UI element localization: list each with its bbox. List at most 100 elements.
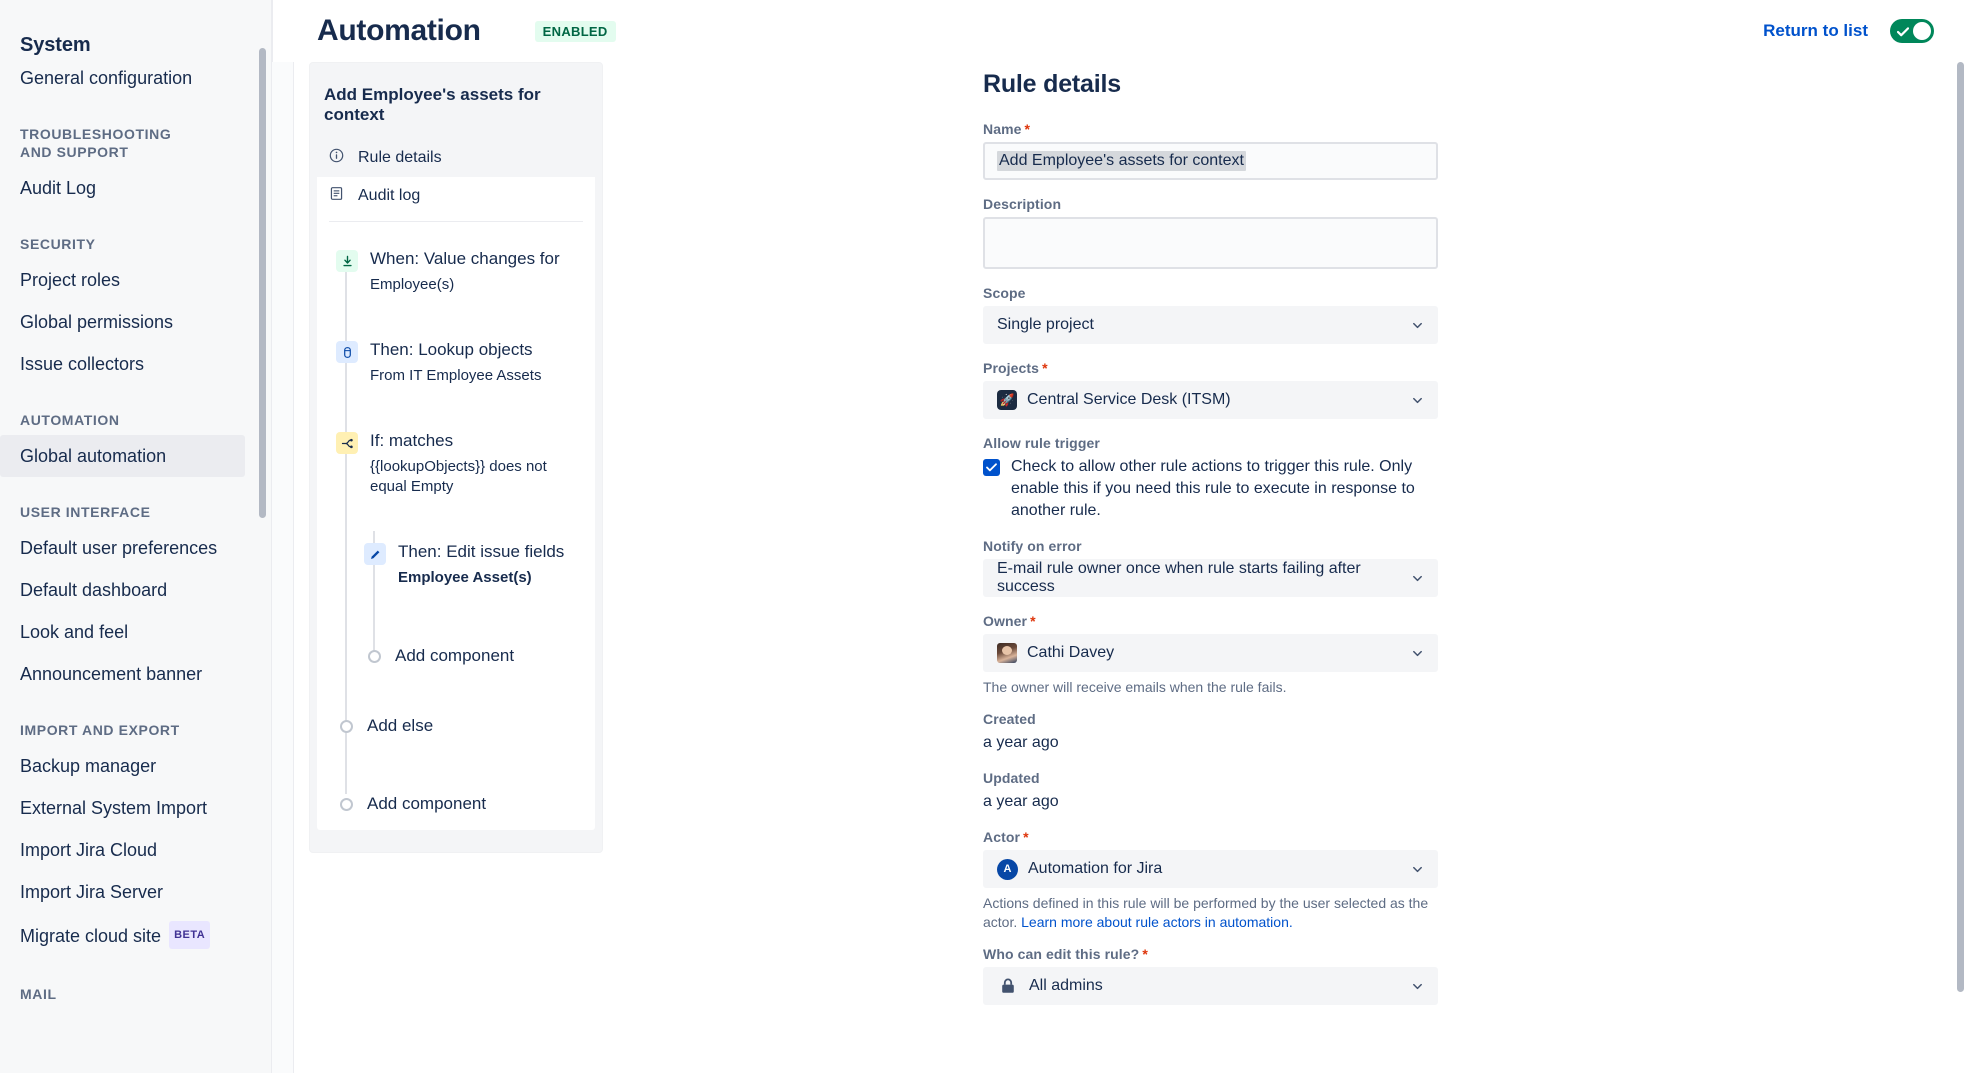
- chevron-down-icon: [1410, 393, 1424, 407]
- rule-node-title: If: matches: [370, 430, 576, 452]
- sidebar-item-global-automation[interactable]: Global automation: [0, 435, 245, 477]
- database-icon: [336, 341, 358, 363]
- sidebar-item-external-system-import[interactable]: External System Import: [0, 787, 245, 829]
- rule-node-if-matches[interactable]: If: matches {{lookupObjects}} does not e…: [324, 420, 588, 507]
- sidebar-item-label: Migrate cloud site: [20, 924, 161, 948]
- sidebar-group-mail: MAIL: [0, 959, 271, 1009]
- rule-enabled-toggle[interactable]: [1890, 19, 1934, 43]
- status-badge: ENABLED: [535, 21, 616, 42]
- name-field[interactable]: Add Employee's assets for context: [983, 142, 1438, 180]
- sidebar-item-default-dashboard[interactable]: Default dashboard: [0, 569, 245, 611]
- lock-icon: [997, 975, 1019, 997]
- builder-nav-audit-log[interactable]: Audit log: [317, 177, 595, 215]
- rule-details-form-column: Rule details Name* Add Employee's assets…: [614, 62, 1968, 1073]
- add-component-nested-button[interactable]: Add component: [352, 636, 588, 676]
- sidebar-item-label: Issue collectors: [20, 352, 144, 376]
- sidebar-item-audit-log[interactable]: Audit Log: [0, 167, 245, 209]
- sidebar-item-look-and-feel[interactable]: Look and feel: [0, 611, 245, 653]
- rule-details-form: Rule details Name* Add Employee's assets…: [983, 62, 1438, 1005]
- add-component-button[interactable]: Add component: [324, 784, 588, 824]
- add-component-label: Add component: [395, 646, 514, 666]
- toggle-knob: [1913, 22, 1931, 40]
- admin-sidebar: System General configuration TROUBLESHOO…: [0, 0, 272, 1073]
- check-icon: [1897, 24, 1909, 42]
- builder-nav-rule-details[interactable]: Rule details: [317, 139, 595, 177]
- name-field-value: Add Employee's assets for context: [997, 151, 1246, 171]
- sidebar-item-label: Import Jira Cloud: [20, 838, 157, 862]
- rule-node-subtitle: Employee Asset(s): [398, 568, 564, 588]
- rule-node-body: Then: Edit issue fields Employee Asset(s…: [398, 541, 564, 588]
- learn-more-rule-actors-link[interactable]: Learn more about rule actors in automati…: [1021, 914, 1293, 930]
- notify-on-error-select[interactable]: E-mail rule owner once when rule starts …: [983, 559, 1438, 597]
- sidebar-item-backup-manager[interactable]: Backup manager: [0, 745, 245, 787]
- sidebar-scrollbar[interactable]: [259, 48, 266, 518]
- name-label: Name*: [983, 121, 1438, 137]
- rule-builder-card: Add Employee's assets for context Rule d…: [309, 62, 603, 853]
- sidebar-item-label: Announcement banner: [20, 662, 202, 686]
- sidebar-item-project-roles[interactable]: Project roles: [0, 259, 245, 301]
- content-left-rail: [272, 62, 294, 1073]
- sidebar-item-label: Backup manager: [20, 754, 156, 778]
- updated-label: Updated: [983, 770, 1438, 786]
- required-marker: *: [1025, 121, 1031, 137]
- chevron-down-icon: [1410, 646, 1424, 660]
- info-icon: [329, 148, 344, 168]
- rule-node-when-value-changes[interactable]: When: Value changes for Employee(s): [324, 238, 588, 305]
- sidebar-group-troubleshooting: TROUBLESHOOTING AND SUPPORT: [0, 99, 200, 167]
- add-else-button[interactable]: Add else: [324, 706, 588, 746]
- sidebar-item-import-jira-server[interactable]: Import Jira Server: [0, 871, 245, 913]
- owner-select[interactable]: Cathi Davey: [983, 634, 1438, 672]
- sidebar-item-label: Look and feel: [20, 620, 128, 644]
- branch-icon: [336, 432, 358, 454]
- rule-node-then-edit-issue-fields[interactable]: Then: Edit issue fields Employee Asset(s…: [352, 531, 588, 598]
- rule-branch-children: Then: Edit issue fields Employee Asset(s…: [352, 531, 588, 676]
- sidebar-item-default-user-preferences[interactable]: Default user preferences: [0, 527, 245, 569]
- trigger-icon: [336, 250, 358, 272]
- required-marker: *: [1023, 829, 1029, 845]
- sidebar-item-announcement-banner[interactable]: Announcement banner: [0, 653, 245, 695]
- sidebar-item-issue-collectors[interactable]: Issue collectors: [0, 343, 245, 385]
- projects-select[interactable]: 🚀 Central Service Desk (ITSM): [983, 381, 1438, 419]
- owner-value: Cathi Davey: [1027, 644, 1114, 662]
- builder-nav-label: Audit log: [358, 187, 420, 205]
- owner-helper-text: The owner will receive emails when the r…: [983, 678, 1438, 697]
- add-component-label: Add component: [367, 794, 486, 814]
- sidebar-item-migrate-cloud-site[interactable]: Migrate cloud site BETA: [0, 913, 245, 959]
- sidebar-item-general-configuration[interactable]: General configuration: [0, 57, 245, 99]
- rule-node-body: Then: Lookup objects From IT Employee As…: [370, 339, 541, 386]
- required-marker: *: [1142, 946, 1148, 962]
- projects-label: Projects*: [983, 360, 1438, 376]
- sidebar-group-user-interface: USER INTERFACE: [0, 477, 271, 527]
- sidebar-item-label: Global permissions: [20, 310, 173, 334]
- owner-label-text: Owner: [983, 613, 1027, 629]
- allow-rule-trigger-checkbox[interactable]: [983, 459, 1000, 476]
- add-else-label: Add else: [367, 716, 433, 736]
- sidebar-item-global-permissions[interactable]: Global permissions: [0, 301, 245, 343]
- pencil-icon: [364, 543, 386, 565]
- scope-select[interactable]: Single project: [983, 306, 1438, 344]
- rule-node-body: If: matches {{lookupObjects}} does not e…: [370, 430, 576, 497]
- sidebar-group-import-and-export: IMPORT AND EXPORT: [0, 695, 271, 745]
- allow-rule-trigger-label: Allow rule trigger: [983, 435, 1438, 451]
- created-value: a year ago: [983, 732, 1438, 754]
- sidebar-item-label: Default user preferences: [20, 536, 217, 560]
- rule-component-tree: When: Value changes for Employee(s): [324, 222, 588, 824]
- rocket-icon: 🚀: [997, 390, 1017, 410]
- rule-builder-column: Add Employee's assets for context Rule d…: [294, 62, 614, 1073]
- notify-on-error-label: Notify on error: [983, 538, 1438, 554]
- editors-select[interactable]: All admins: [983, 967, 1438, 1005]
- return-to-list-link[interactable]: Return to list: [1763, 21, 1868, 41]
- actor-label-text: Actor: [983, 829, 1020, 845]
- builder-nav-label: Rule details: [358, 149, 442, 167]
- page-scrollbar[interactable]: [1957, 62, 1964, 992]
- sidebar-item-import-jira-cloud[interactable]: Import Jira Cloud: [0, 829, 245, 871]
- rule-node-body: When: Value changes for Employee(s): [370, 248, 560, 295]
- description-label: Description: [983, 196, 1438, 212]
- description-field[interactable]: [983, 217, 1438, 269]
- header-actions: Return to list: [1763, 19, 1934, 43]
- rule-node-then-lookup-objects[interactable]: Then: Lookup objects From IT Employee As…: [324, 329, 588, 396]
- sidebar-item-label: Global automation: [20, 444, 166, 468]
- actor-select[interactable]: A Automation for Jira: [983, 850, 1438, 888]
- sidebar-item-label: Project roles: [20, 268, 120, 292]
- automation-rule-details-page: System General configuration TROUBLESHOO…: [0, 0, 1968, 1073]
